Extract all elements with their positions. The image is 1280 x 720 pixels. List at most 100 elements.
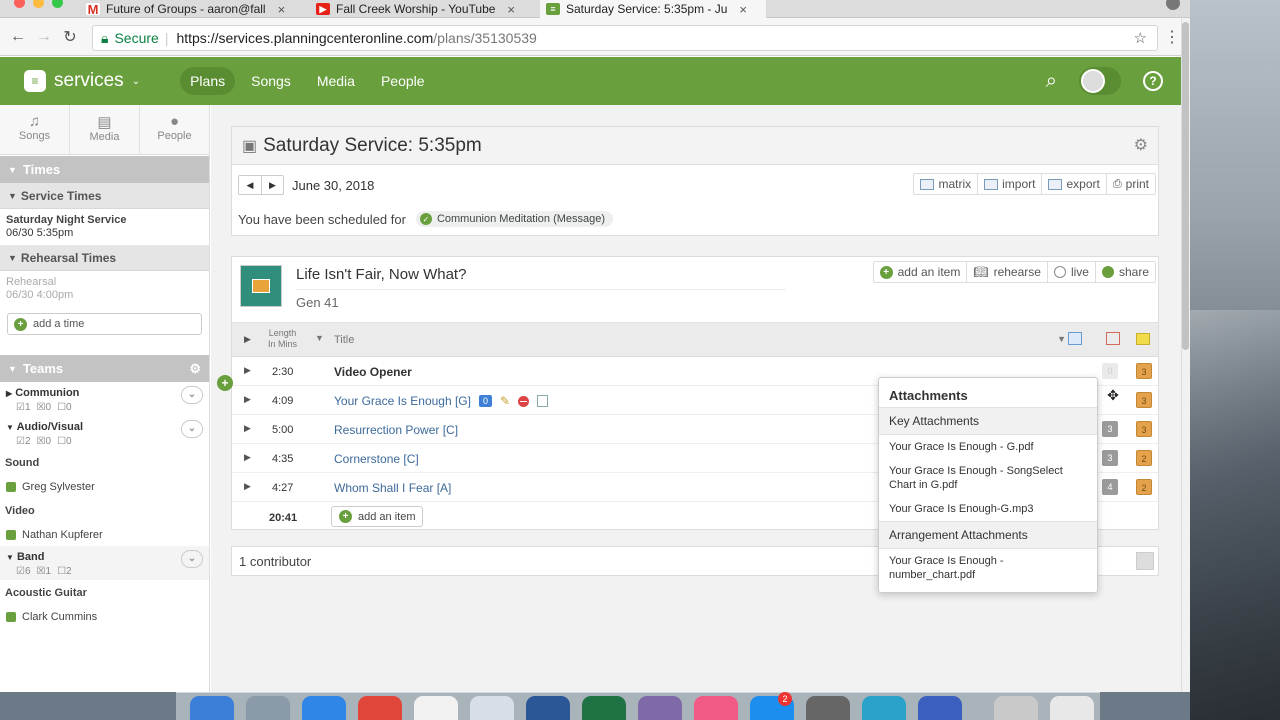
person-clark[interactable]: Clark Cummins xyxy=(0,606,209,628)
menu-icon[interactable]: ⋮ xyxy=(1162,27,1182,47)
reload-icon[interactable]: ↻ xyxy=(60,27,80,47)
scrollbar-thumb[interactable] xyxy=(1182,22,1189,350)
export-button[interactable]: export xyxy=(1041,174,1105,194)
rehearsal-times-header[interactable]: ▼ Rehearsal Times xyxy=(0,245,209,271)
print-button[interactable]: ⎙ print xyxy=(1105,174,1155,194)
column-menu-icon[interactable]: ▼ xyxy=(1057,334,1066,344)
attachment-count[interactable]: 0 xyxy=(1102,363,1118,379)
nav-plans[interactable]: Plans xyxy=(180,67,236,95)
close-tab-icon[interactable]: × xyxy=(278,2,286,17)
item-title[interactable]: Video Opener xyxy=(334,365,412,379)
notes-column-icon[interactable] xyxy=(1136,333,1150,345)
attachment-count[interactable]: 3 xyxy=(1102,421,1118,437)
nav-songs[interactable]: Songs xyxy=(241,67,301,95)
itunes-icon[interactable] xyxy=(694,696,738,720)
attachment-link[interactable]: Your Grace Is Enough-G.mp3 xyxy=(879,497,1097,521)
scheduled-role-badge[interactable]: ✓ Communion Meditation (Message) xyxy=(415,211,614,227)
person-nathan[interactable]: Nathan Kupferer xyxy=(0,524,209,546)
previous-plan-icon[interactable]: ◀ xyxy=(239,176,261,194)
add-time-button[interactable]: + add a time xyxy=(7,313,202,335)
secure-indicator[interactable]: 🔒︎ Secure xyxy=(101,30,159,47)
system-preferences-icon[interactable] xyxy=(806,696,850,720)
nav-people[interactable]: People xyxy=(371,67,435,95)
forward-icon[interactable]: → xyxy=(34,28,54,46)
app-store-icon[interactable]: 2 xyxy=(750,692,794,720)
tab-services[interactable]: ≡ Saturday Service: 5:35pm - Ju × xyxy=(540,0,766,18)
expand-all-icon[interactable]: ▶ xyxy=(244,334,251,345)
notes-count[interactable]: 3 xyxy=(1136,392,1152,408)
chevron-down-icon[interactable]: ⌄ xyxy=(181,420,203,438)
calendar-icon[interactable] xyxy=(414,696,458,720)
team-audio-visual[interactable]: ▼ Audio/Visual ⌄ ☑2 ☒0 ☐0 xyxy=(0,416,209,450)
notes-count[interactable]: 2 xyxy=(1136,479,1152,495)
document-icon[interactable] xyxy=(537,395,549,407)
user-menu[interactable] xyxy=(1079,67,1121,95)
service-times-header[interactable]: ▼ Service Times xyxy=(0,183,209,209)
sidebar-tool-people[interactable]: ● People xyxy=(140,105,209,154)
next-plan-icon[interactable]: ▶ xyxy=(261,176,283,194)
notes-count[interactable]: 3 xyxy=(1136,421,1152,437)
url-input[interactable]: 🔒︎ Secure | https://services.planningcen… xyxy=(92,25,1158,51)
safari-icon[interactable] xyxy=(302,696,346,720)
sort-icon[interactable]: ▼ xyxy=(315,333,324,343)
team-communion[interactable]: ▶ Communion ⌄ ☑1 ☒0 ☐0 xyxy=(0,382,209,416)
close-tab-icon[interactable]: × xyxy=(739,2,747,17)
expand-row-icon[interactable]: ▶ xyxy=(244,365,251,376)
profile-icon[interactable] xyxy=(1166,0,1180,10)
chrome-icon[interactable] xyxy=(358,696,402,720)
back-icon[interactable]: ← xyxy=(8,28,28,46)
expand-row-icon[interactable]: ▶ xyxy=(244,394,251,405)
excel-icon[interactable] xyxy=(582,696,626,720)
attachment-count[interactable]: 4 xyxy=(1102,479,1118,495)
matrix-button[interactable]: matrix xyxy=(914,174,977,194)
attachment-count[interactable]: 3 xyxy=(1102,450,1118,466)
attachments-column-icon[interactable] xyxy=(1106,332,1120,345)
nav-media[interactable]: Media xyxy=(307,67,365,95)
attachment-link[interactable]: Your Grace Is Enough - number_chart.pdf xyxy=(879,549,1097,587)
close-window-icon[interactable] xyxy=(14,0,25,8)
services-logo[interactable]: ≡ services ⌄ xyxy=(24,70,140,92)
add-item-bottom-button[interactable]: + add an item xyxy=(331,506,424,527)
expand-row-icon[interactable]: ▶ xyxy=(244,481,251,492)
rehearsal-entry[interactable]: Rehearsal 06/30 4:00pm xyxy=(0,271,209,307)
trash-icon[interactable] xyxy=(1050,696,1094,720)
sidebar-tool-media[interactable]: ▤ Media xyxy=(70,105,140,154)
chevron-down-icon[interactable]: ⌄ xyxy=(181,386,203,404)
live-button[interactable]: live xyxy=(1046,262,1095,282)
notes-count[interactable]: 2 xyxy=(1136,450,1152,466)
contributor-avatar[interactable] xyxy=(1136,552,1154,570)
attachment-link[interactable]: Your Grace Is Enough - SongSelect Chart … xyxy=(879,459,1097,497)
series-artwork[interactable] xyxy=(240,265,282,307)
item-title[interactable]: Whom Shall I Fear [A] xyxy=(334,481,451,495)
expand-row-icon[interactable]: ▶ xyxy=(244,423,251,434)
app-icon[interactable] xyxy=(862,696,906,720)
app-icon[interactable] xyxy=(918,696,962,720)
downloads-icon[interactable] xyxy=(994,696,1038,720)
sidebar-tool-songs[interactable]: ♫ Songs xyxy=(0,105,70,154)
share-button[interactable]: share xyxy=(1094,262,1155,282)
minimize-window-icon[interactable] xyxy=(33,0,44,8)
tab-gmail[interactable]: M Future of Groups - aaron@fall × xyxy=(86,0,304,18)
expand-row-icon[interactable]: ▶ xyxy=(244,452,251,463)
key-badge[interactable]: 0 xyxy=(478,395,492,407)
team-band[interactable]: ▼ Band ⌄ ☑6 ☒1 ☐2 xyxy=(0,546,209,580)
teams-header[interactable]: ▼ Teams ⚙ xyxy=(0,355,209,382)
close-tab-icon[interactable]: × xyxy=(507,2,515,17)
tab-youtube[interactable]: ▶ Fall Creek Worship - YouTube × xyxy=(316,0,534,18)
insert-item-icon[interactable]: + xyxy=(217,375,233,391)
bookmark-star-icon[interactable]: ☆ xyxy=(1134,29,1147,47)
launchpad-icon[interactable] xyxy=(246,696,290,720)
attachment-link[interactable]: Your Grace Is Enough - G.pdf xyxy=(879,435,1097,459)
help-icon[interactable]: ? xyxy=(1143,71,1163,91)
search-icon[interactable]: ⌕ xyxy=(1046,70,1057,93)
gear-icon[interactable]: ⚙ xyxy=(1134,135,1148,155)
finder-icon[interactable] xyxy=(190,696,234,720)
item-title[interactable]: Resurrection Power [C] xyxy=(334,423,458,437)
premiere-icon[interactable] xyxy=(638,696,682,720)
zoom-window-icon[interactable] xyxy=(52,0,63,8)
item-title[interactable]: Your Grace Is Enough [G] 0 ✎ xyxy=(334,394,549,408)
person-greg[interactable]: Greg Sylvester xyxy=(0,476,209,498)
item-title[interactable]: Cornerstone [C] xyxy=(334,452,419,466)
rehearse-button[interactable]: 📖︎ rehearse xyxy=(966,262,1047,282)
pencil-icon[interactable]: ✎ xyxy=(500,394,510,408)
